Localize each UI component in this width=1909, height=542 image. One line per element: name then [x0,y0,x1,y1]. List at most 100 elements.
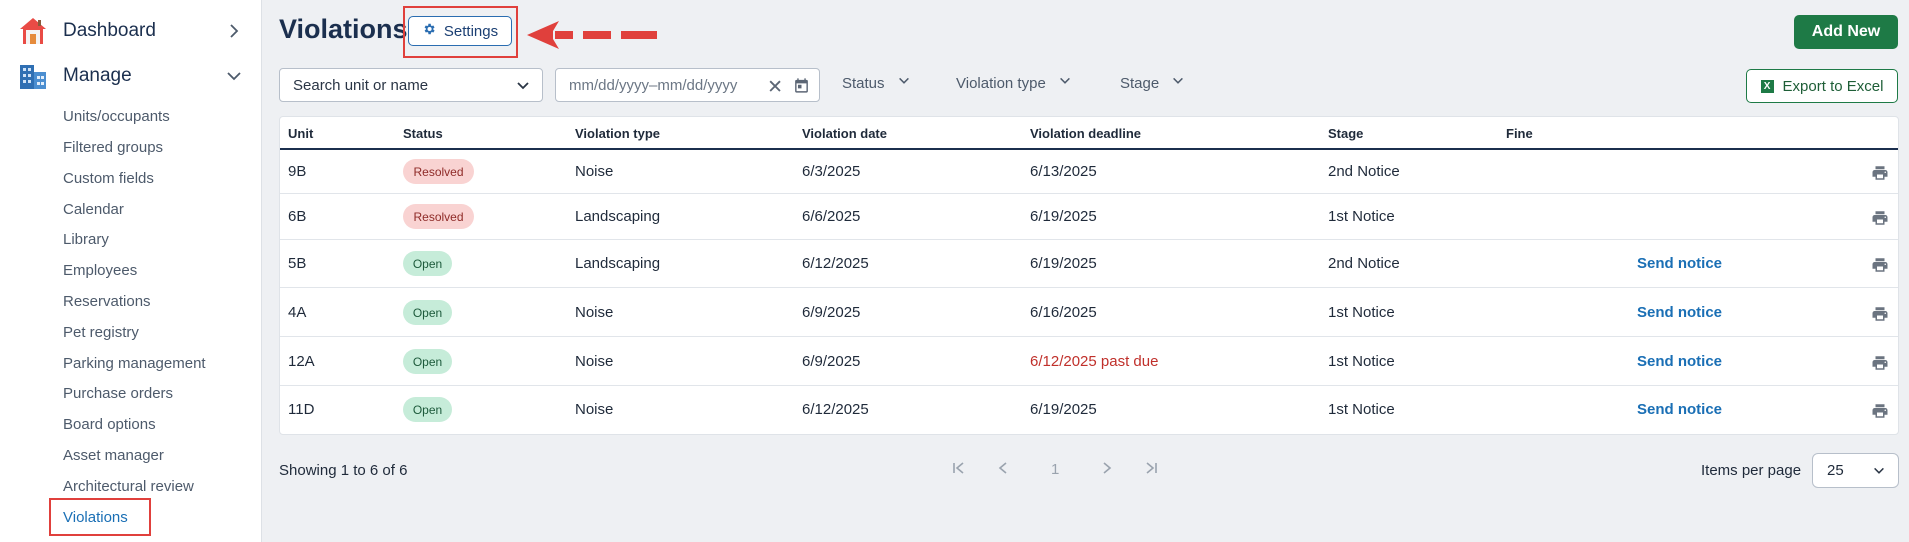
sidebar-item-filtered-groups[interactable]: Filtered groups [63,139,163,156]
print-icon[interactable] [1871,256,1889,274]
last-page-icon[interactable] [1143,460,1159,481]
sidebar-item-purchase-orders[interactable]: Purchase orders [63,385,173,402]
status-badge: Resolved [403,159,474,184]
settings-label: Settings [443,22,499,40]
sidebar-item-library[interactable]: Library [63,231,109,248]
status-badge: Open [403,251,452,276]
current-page-number[interactable]: 1 [1051,461,1059,478]
print-icon[interactable] [1871,305,1889,323]
print-icon[interactable] [1871,164,1889,182]
chevron-down-icon [1171,74,1185,92]
cell-violation-deadline: 6/19/2025 [1030,255,1097,272]
table-row[interactable]: 9B Resolved Noise 6/3/2025 6/13/2025 2nd… [280,150,1898,194]
print-icon[interactable] [1871,209,1889,227]
chevron-down-icon [515,78,531,94]
date-range-placeholder: mm/dd/yyyy–mm/dd/yyyy [569,76,738,94]
violation-type-filter[interactable]: Violation type [956,74,1072,92]
items-per-page-label: Items per page [1701,462,1802,479]
gear-icon [422,22,436,40]
calendar-icon[interactable] [793,77,810,98]
showing-count: Showing 1 to 6 of 6 [279,462,408,479]
cell-violation-date: 6/6/2025 [802,208,861,225]
export-to-excel-button[interactable]: X Export to Excel [1746,69,1898,103]
next-page-icon[interactable] [1099,460,1115,481]
header-unit[interactable]: Unit [288,126,313,141]
chevron-down-icon [1058,74,1072,92]
status-badge: Open [403,397,452,422]
cell-unit: 6B [288,208,307,225]
cell-violation-type: Noise [575,304,614,321]
items-per-page-value: 25 [1827,462,1844,479]
cell-violation-type: Noise [575,353,614,370]
annotation-arrow-icon [525,20,665,55]
cell-violation-date: 6/12/2025 [802,401,869,418]
status-badge: Open [403,300,452,325]
chevron-right-icon [225,22,243,40]
table-row[interactable]: 12A Open Noise 6/9/2025 6/12/2025 past d… [280,337,1898,386]
sidebar-item-custom-fields[interactable]: Custom fields [63,170,154,187]
send-notice-link[interactable]: Send notice [1637,304,1722,321]
header-stage[interactable]: Stage [1328,126,1363,141]
settings-button[interactable]: Settings [408,16,512,46]
chevron-down-icon [1872,464,1886,478]
home-icon [18,16,48,46]
previous-page-icon[interactable] [995,460,1011,481]
status-badge: Resolved [403,204,474,229]
cell-unit: 5B [288,255,307,272]
status-filter[interactable]: Status [842,74,911,92]
cell-violation-deadline: 6/19/2025 [1030,401,1097,418]
sidebar-item-pet-registry[interactable]: Pet registry [63,324,139,341]
sidebar-item-units-occupants[interactable]: Units/occupants [63,108,170,125]
cell-stage: 1st Notice [1328,401,1395,418]
cell-stage: 1st Notice [1328,208,1395,225]
sidebar-item-calendar[interactable]: Calendar [63,201,124,218]
print-icon[interactable] [1871,402,1889,420]
send-notice-link[interactable]: Send notice [1637,255,1722,272]
header-violation-type[interactable]: Violation type [575,126,660,141]
chevron-down-icon [897,74,911,92]
cell-violation-date: 6/9/2025 [802,353,861,370]
header-violation-deadline[interactable]: Violation deadline [1030,126,1141,141]
page-title: Violations [279,14,408,44]
violation-type-filter-label: Violation type [956,74,1046,92]
table-row[interactable]: 4A Open Noise 6/9/2025 6/16/2025 1st Not… [280,288,1898,337]
print-icon[interactable] [1871,354,1889,372]
sidebar-item-employees[interactable]: Employees [63,262,137,279]
table-row[interactable]: 6B Resolved Landscaping 6/6/2025 6/19/20… [280,194,1898,240]
send-notice-link[interactable]: Send notice [1637,401,1722,418]
header-violation-date[interactable]: Violation date [802,126,887,141]
sidebar-item-asset-manager[interactable]: Asset manager [63,447,164,464]
first-page-icon[interactable] [951,460,967,481]
sidebar-item-parking-management[interactable]: Parking management [63,355,206,372]
nav-manage-label: Manage [63,65,132,86]
sidebar-item-board-options[interactable]: Board options [63,416,156,433]
sidebar-item-reservations[interactable]: Reservations [63,293,151,310]
cell-stage: 2nd Notice [1328,163,1400,180]
highlight-box-violations [49,498,151,536]
table-row[interactable]: 5B Open Landscaping 6/12/2025 6/19/2025 … [280,240,1898,288]
clear-icon[interactable]: ✕ [767,76,783,99]
sidebar-item-architectural-review[interactable]: Architectural review [63,478,194,495]
cell-unit: 9B [288,163,307,180]
date-range-input[interactable]: mm/dd/yyyy–mm/dd/yyyy ✕ [555,68,820,102]
send-notice-link[interactable]: Send notice [1637,353,1722,370]
cell-violation-date: 6/12/2025 [802,255,869,272]
chevron-down-icon [225,67,243,85]
header-fine[interactable]: Fine [1506,126,1533,141]
cell-violation-date: 6/3/2025 [802,163,861,180]
stage-filter[interactable]: Stage [1120,74,1185,92]
header-status[interactable]: Status [403,126,443,141]
export-label: Export to Excel [1782,77,1884,95]
cell-stage: 1st Notice [1328,353,1395,370]
search-unit-select[interactable]: Search unit or name [279,68,543,102]
cell-violation-deadline: 6/19/2025 [1030,208,1097,225]
items-per-page-select[interactable]: 25 [1812,453,1899,488]
add-new-button[interactable]: Add New [1794,15,1898,49]
cell-violation-type: Noise [575,163,614,180]
building-icon [18,61,48,91]
nav-dashboard[interactable]: Dashboard [18,16,243,46]
nav-dashboard-label: Dashboard [63,20,156,41]
table-row[interactable]: 11D Open Noise 6/12/2025 6/19/2025 1st N… [280,386,1898,434]
sidebar: Dashboard Manage Units/occupants Filtere… [0,0,262,542]
nav-manage[interactable]: Manage [18,61,243,91]
